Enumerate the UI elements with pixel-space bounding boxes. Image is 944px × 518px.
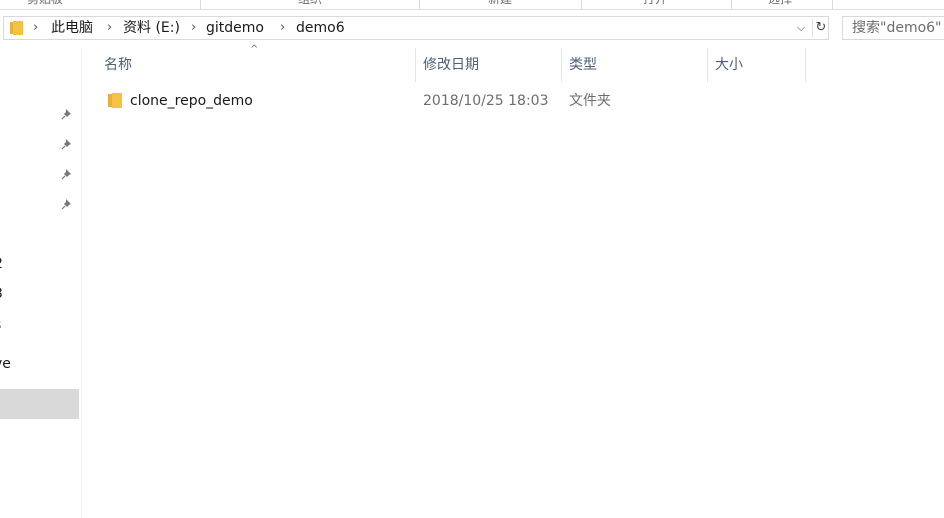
nav-item-quick-access[interactable] [0, 159, 79, 189]
column-separator[interactable] [561, 48, 562, 82]
ribbon-group-new: 新建 [470, 0, 530, 9]
nav-item[interactable]: 2 [0, 249, 79, 279]
search-input[interactable]: 搜索"demo6" [842, 16, 944, 40]
nav-item-label: 3 [0, 279, 3, 309]
ribbon-group-labels: 剪贴板 组织 新建 打开 选择 [0, 0, 944, 10]
column-header-size[interactable]: 大小 [715, 48, 743, 82]
ribbon-separator [419, 0, 420, 9]
chevron-down-icon[interactable]: ⌵ [792, 19, 810, 37]
chevron-right-icon[interactable]: › [107, 20, 112, 36]
ribbon-separator [581, 0, 582, 9]
breadcrumb-gitdemo[interactable]: gitdemo [206, 20, 264, 36]
chevron-right-icon[interactable]: › [191, 20, 196, 36]
file-type: 文件夹 [569, 93, 611, 109]
column-header-type[interactable]: 类型 [569, 48, 597, 82]
pin-icon[interactable] [61, 198, 73, 210]
ribbon-separator [832, 0, 833, 9]
column-header-name[interactable]: 名称 [104, 48, 132, 82]
nav-item-quick-access[interactable] [0, 129, 79, 159]
breadcrumb-drive[interactable]: 资料 (E:) [123, 20, 180, 36]
breadcrumb-demo6[interactable]: demo6 [296, 20, 345, 36]
ribbon-separator [200, 0, 201, 9]
column-separator[interactable] [415, 48, 416, 82]
chevron-right-icon[interactable]: › [280, 20, 285, 36]
nav-item-selected[interactable] [0, 389, 79, 419]
nav-item-label: s [0, 310, 1, 340]
breadcrumb-this-pc[interactable]: 此电脑 [51, 20, 93, 36]
nav-item-label: ve [0, 356, 11, 372]
refresh-icon[interactable]: ↻ [812, 19, 829, 37]
column-header-date[interactable]: 修改日期 [423, 48, 479, 82]
column-separator[interactable] [805, 48, 806, 82]
file-modified-date: 2018/10/25 18:03 [423, 93, 549, 109]
ribbon-group-organize: 组织 [280, 0, 340, 9]
pin-icon[interactable] [61, 168, 73, 180]
navigation-pane: ] : 2 3 s ve [0, 48, 82, 518]
address-bar[interactable]: › 此电脑 › 资料 (E:) › gitdemo › demo6 ⌵ ↻ [3, 16, 829, 40]
ribbon-group-select: 选择 [750, 0, 810, 9]
folder-icon [108, 93, 122, 108]
nav-item[interactable]: : [0, 219, 79, 249]
nav-item-quick-access[interactable] [0, 189, 79, 219]
pin-icon[interactable] [61, 138, 73, 150]
file-name[interactable]: clone_repo_demo [130, 92, 253, 110]
ribbon-group-open: 打开 [625, 0, 685, 9]
nav-item[interactable]: ] [0, 69, 79, 99]
nav-item[interactable]: s [0, 310, 79, 340]
nav-item[interactable]: ve [0, 349, 79, 379]
file-row[interactable]: clone_repo_demo 2018/10/25 18:03 文件夹 [100, 89, 806, 113]
nav-item[interactable]: 3 [0, 279, 79, 309]
chevron-right-icon[interactable]: › [33, 20, 38, 36]
ribbon-separator [731, 0, 732, 9]
nav-item-label: 2 [0, 249, 3, 279]
sort-ascending-icon: ^ [250, 44, 259, 55]
pin-icon[interactable] [61, 108, 73, 120]
nav-item-quick-access[interactable] [0, 99, 79, 129]
folder-icon [10, 21, 23, 35]
column-separator[interactable] [707, 48, 708, 82]
ribbon-group-clipboard: 剪贴板 [10, 0, 80, 9]
